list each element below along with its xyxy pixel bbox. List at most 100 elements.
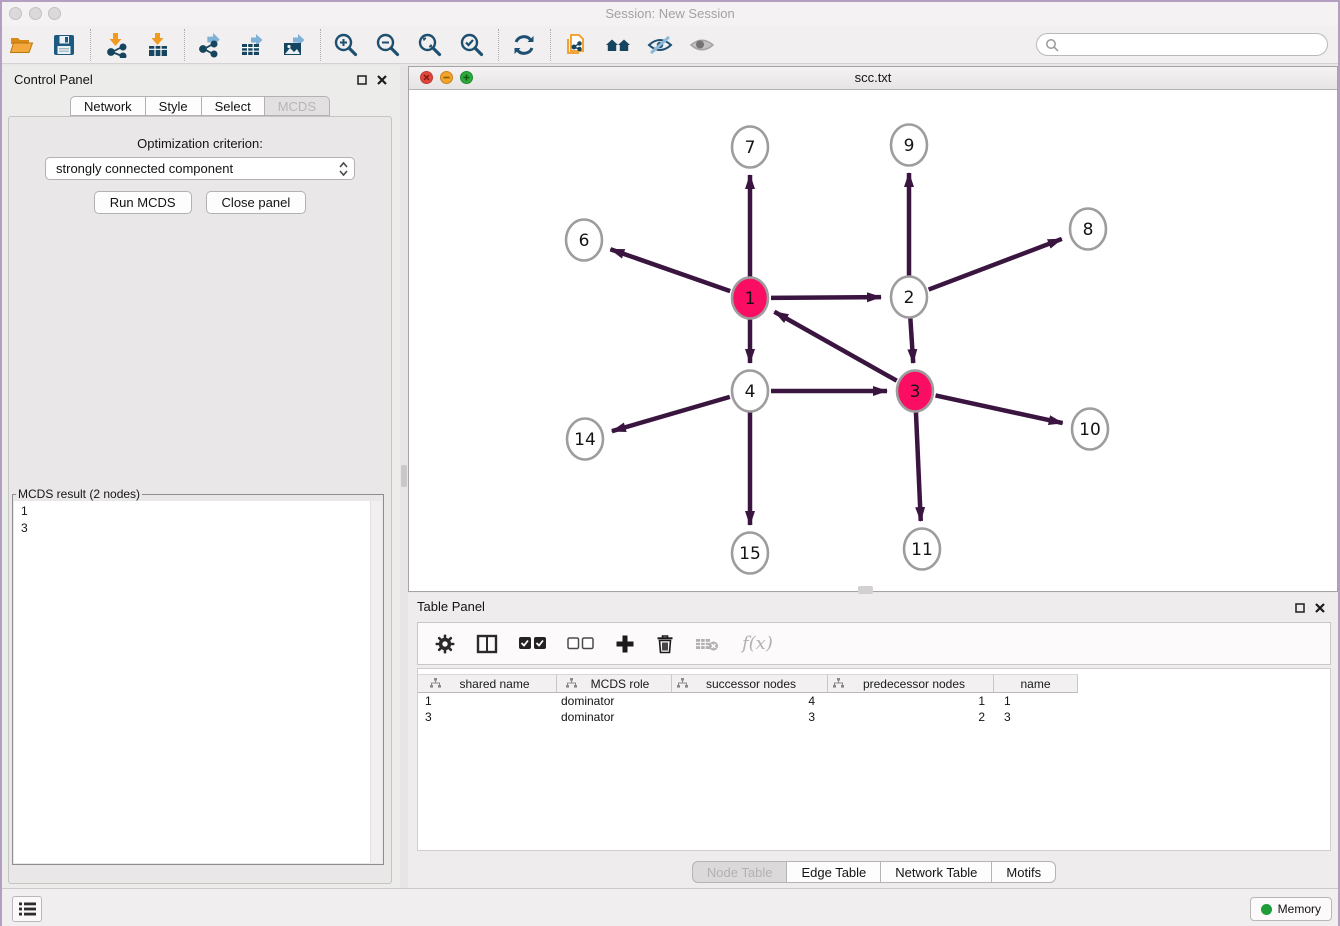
search-input[interactable] (1064, 35, 1327, 55)
toolbar-separator (498, 29, 499, 61)
table-cell[interactable]: 3 (994, 710, 1078, 724)
zoom-out-icon[interactable] (375, 31, 401, 59)
column-header[interactable]: successor nodes (672, 674, 828, 693)
mcds-buttons: Run MCDS Close panel (9, 191, 391, 214)
result-scrollbar[interactable] (370, 501, 382, 863)
graph-node-10[interactable]: 10 (1072, 409, 1108, 450)
network-window-title: scc.txt (409, 70, 1337, 85)
task-history-button[interactable] (12, 896, 42, 922)
graph-node-15[interactable]: 15 (732, 533, 768, 574)
tab-edge-table[interactable]: Edge Table (787, 861, 881, 883)
table-options-icon[interactable] (435, 634, 455, 654)
delete-row-icon[interactable] (656, 633, 674, 654)
add-row-icon[interactable] (615, 634, 635, 654)
table-cell[interactable]: 3 (418, 710, 557, 724)
table-row[interactable]: 3dominator323 (418, 709, 1330, 725)
column-header[interactable]: shared name (418, 674, 557, 693)
graph-edge-3-11[interactable] (916, 412, 921, 521)
clear-table-icon[interactable] (695, 636, 719, 652)
deselect-all-rows-icon[interactable] (567, 637, 594, 650)
network-window-titlebar[interactable]: scc.txt (409, 67, 1337, 90)
hide-selected-icon[interactable] (647, 31, 673, 59)
horizontal-splitter-handle[interactable] (858, 586, 873, 594)
graph-node-6[interactable]: 6 (566, 220, 602, 261)
tab-network[interactable]: Network (70, 96, 146, 116)
graph-node-7[interactable]: 7 (732, 127, 768, 168)
zoom-fit-icon[interactable] (417, 31, 443, 59)
control-panel: Control Panel Network Style Select MCDS … (0, 66, 400, 888)
select-all-rows-icon[interactable] (519, 637, 546, 650)
open-session-icon[interactable] (9, 31, 35, 59)
export-table-icon[interactable] (239, 31, 265, 59)
table-toolbar: f(x) (417, 622, 1331, 665)
table-cell[interactable]: 1 (418, 694, 557, 708)
graph-edge-4-14[interactable] (612, 397, 730, 431)
table-cell[interactable]: 1 (994, 694, 1078, 708)
import-network-icon[interactable] (103, 31, 129, 59)
float-panel-icon[interactable] (1293, 601, 1306, 614)
criterion-dropdown[interactable]: strongly connected component (45, 157, 355, 180)
table-panel-title: Table Panel (417, 599, 485, 614)
graph-edge-3-10[interactable] (936, 395, 1063, 423)
graph-edge-2-3[interactable] (910, 318, 913, 363)
first-neighbors-icon[interactable] (605, 31, 631, 59)
export-image-icon[interactable] (281, 31, 307, 59)
tab-select[interactable]: Select (202, 96, 265, 116)
close-panel-icon[interactable] (1313, 601, 1326, 614)
column-header[interactable]: MCDS role (557, 674, 672, 693)
table-cell[interactable]: 1 (828, 694, 994, 708)
graph-edge-3-1[interactable] (774, 312, 896, 381)
export-network-icon[interactable] (197, 31, 223, 59)
vertical-splitter[interactable] (400, 66, 408, 888)
graph-node-9[interactable]: 9 (891, 125, 927, 166)
table-cell[interactable]: 3 (672, 710, 828, 724)
show-columns-icon[interactable] (476, 634, 498, 654)
splitter-handle[interactable] (401, 465, 407, 487)
tab-mcds[interactable]: MCDS (265, 96, 330, 116)
memory-button[interactable]: Memory (1250, 897, 1332, 921)
table-cell[interactable]: dominator (557, 710, 672, 724)
column-header[interactable]: name (994, 674, 1078, 693)
close-panel-button[interactable]: Close panel (206, 191, 307, 214)
show-all-icon[interactable] (689, 31, 715, 59)
column-header[interactable]: predecessor nodes (828, 674, 994, 693)
tab-node-table[interactable]: Node Table (692, 861, 788, 883)
tab-style[interactable]: Style (146, 96, 202, 116)
close-panel-icon[interactable] (375, 73, 388, 86)
graph-node-2[interactable]: 2 (891, 277, 927, 318)
table-cell[interactable]: 4 (672, 694, 828, 708)
tab-motifs[interactable]: Motifs (992, 861, 1056, 883)
function-builder-icon: f(x) (742, 633, 773, 654)
zoom-in-icon[interactable] (333, 31, 359, 59)
node-table[interactable]: shared name MCDS role successor nodes pr… (417, 668, 1331, 851)
graph-node-8[interactable]: 8 (1070, 209, 1106, 250)
table-cell[interactable]: 2 (828, 710, 994, 724)
refresh-view-icon[interactable] (511, 31, 537, 59)
import-table-icon[interactable] (145, 31, 171, 59)
graph-node-4[interactable]: 4 (732, 371, 768, 412)
criterion-value: strongly connected component (56, 161, 233, 176)
search-box[interactable] (1036, 33, 1328, 56)
float-panel-icon[interactable] (355, 73, 368, 86)
graph-node-3[interactable]: 3 (897, 371, 933, 412)
app-titlebar: Session: New Session (0, 0, 1340, 26)
graph-edge-1-2[interactable] (771, 297, 881, 298)
tab-network-table[interactable]: Network Table (881, 861, 992, 883)
zoom-selected-icon[interactable] (459, 31, 485, 59)
run-mcds-button[interactable]: Run MCDS (94, 191, 192, 214)
mcds-result-lines: 1 3 (21, 503, 28, 537)
graph-node-14[interactable]: 14 (567, 419, 603, 460)
save-session-icon[interactable] (51, 31, 77, 59)
graph-edge-2-8[interactable] (929, 239, 1062, 290)
network-canvas[interactable]: 1 2 3 4 6 7 8 9 10 11 14 15 (409, 89, 1337, 592)
mcds-result-list[interactable]: 1 3 (14, 501, 382, 863)
table-row[interactable]: 1dominator411 (418, 693, 1330, 709)
memory-status-icon (1261, 904, 1272, 915)
graph-node-1[interactable]: 1 (732, 278, 768, 319)
clone-network-icon[interactable] (563, 31, 589, 59)
column-type-icon (833, 677, 844, 691)
graph-node-11[interactable]: 11 (904, 529, 940, 570)
table-cell[interactable]: dominator (557, 694, 672, 708)
graph-edge-1-6[interactable] (610, 249, 730, 291)
svg-text:6: 6 (579, 231, 590, 251)
